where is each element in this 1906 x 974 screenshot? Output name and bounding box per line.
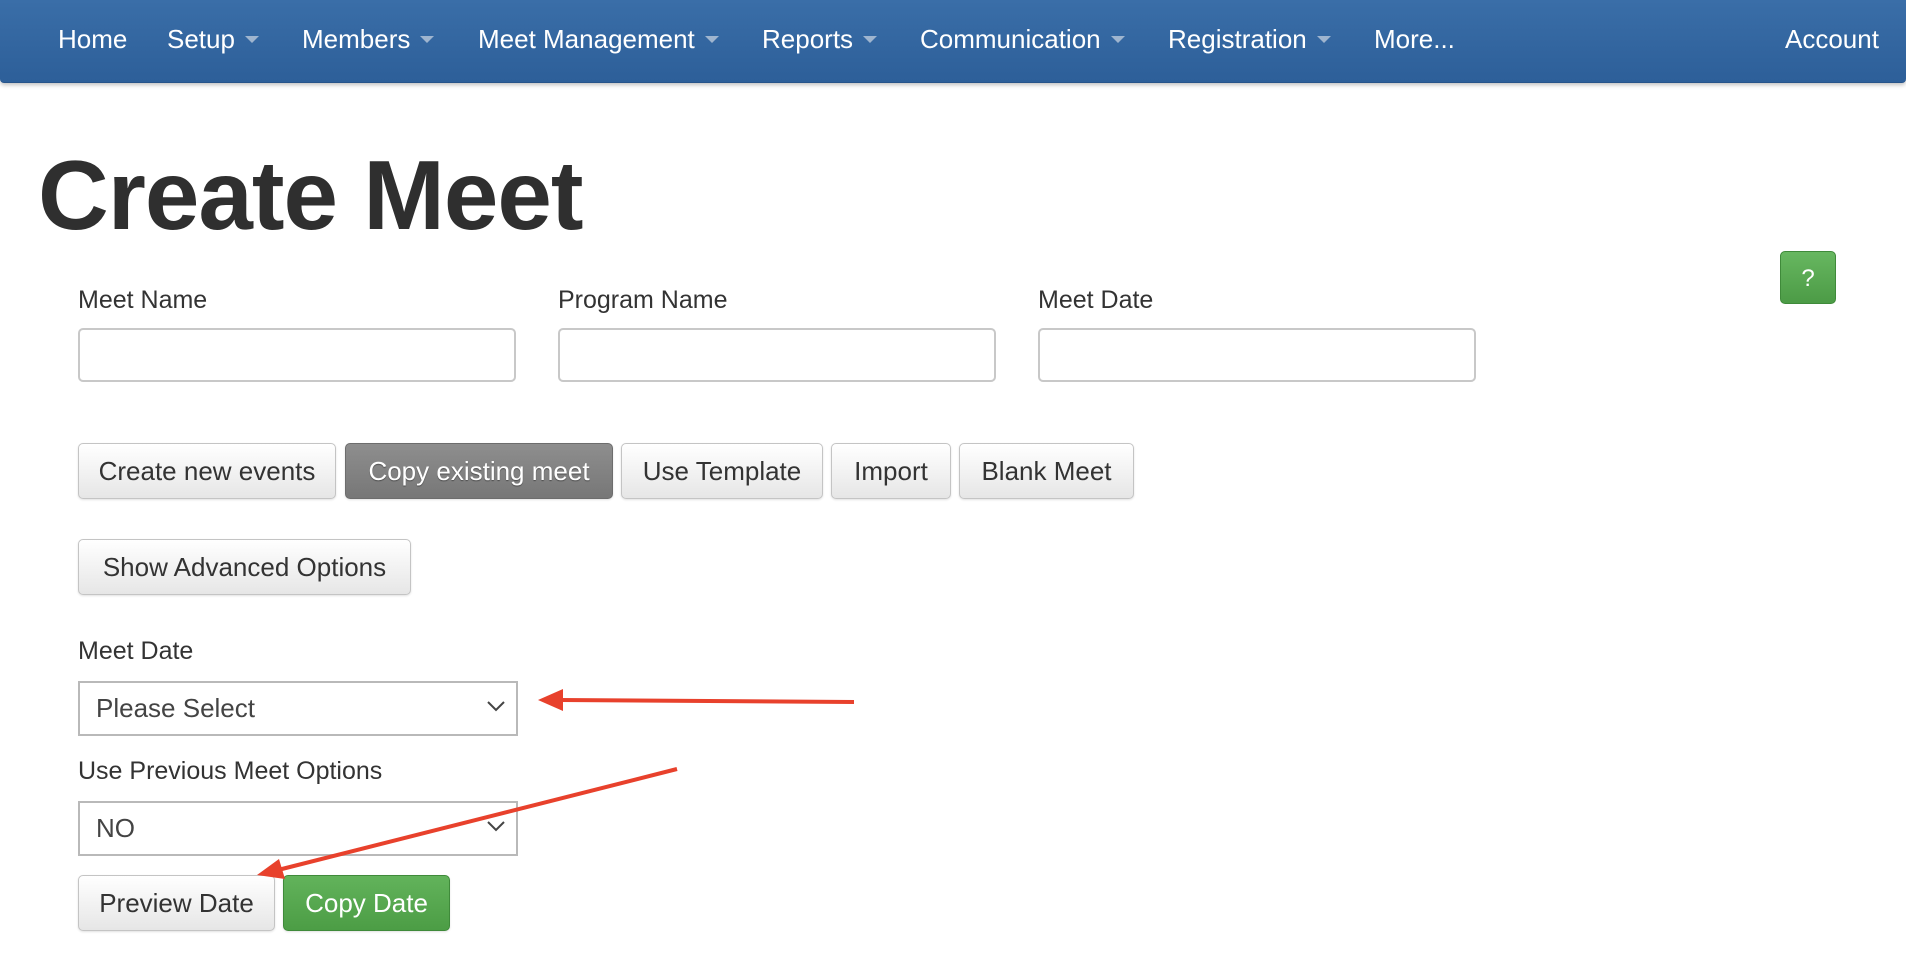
caret-down-icon: [863, 35, 878, 43]
use-template-button[interactable]: Use Template: [621, 443, 823, 499]
nav-item-communication[interactable]: Communication: [920, 0, 1125, 78]
meet-date-select-value: Please Select: [96, 693, 255, 723]
previous-options-label: Use Previous Meet Options: [78, 757, 383, 785]
create-new-events-button[interactable]: Create new events: [78, 443, 336, 499]
previous-options-select[interactable]: NO: [78, 801, 518, 856]
nav-item-members[interactable]: Members: [302, 0, 435, 78]
caret-down-icon: [244, 35, 259, 43]
caret-down-icon: [1110, 35, 1125, 43]
chevron-down-icon: [487, 701, 505, 712]
nav-item-label: Setup: [167, 24, 235, 54]
program-name-input[interactable]: [558, 328, 996, 382]
show-advanced-options-button[interactable]: Show Advanced Options: [78, 539, 411, 595]
arrow-to-meet-date-select: [538, 689, 855, 711]
nav-item-label: Meet Management: [478, 24, 695, 54]
meet-date-label: Meet Date: [1038, 286, 1154, 314]
nav-item-label: Communication: [920, 24, 1101, 54]
previous-options-select-value: NO: [96, 813, 135, 843]
caret-down-icon: [704, 35, 719, 43]
nav-item-label: Members: [302, 24, 411, 54]
help-button[interactable]: ?: [1780, 251, 1836, 304]
meet-date-select[interactable]: Please Select: [78, 681, 518, 736]
copy-date-button[interactable]: Copy Date: [283, 875, 450, 931]
top-navbar: Home Setup Members Meet Management Repor…: [0, 0, 1906, 83]
copy-existing-meet-button[interactable]: Copy existing meet: [345, 443, 613, 499]
import-button[interactable]: Import: [831, 443, 951, 499]
nav-item-label: Home: [58, 24, 128, 54]
nav-item-label: More...: [1374, 24, 1455, 54]
copy-meet-date-label: Meet Date: [78, 637, 194, 665]
chevron-down-icon: [487, 821, 505, 832]
nav-item-meet-management[interactable]: Meet Management: [478, 0, 719, 78]
nav-item-registration[interactable]: Registration: [1168, 0, 1331, 78]
meet-name-label: Meet Name: [78, 286, 208, 314]
nav-item-reports[interactable]: Reports: [762, 0, 878, 78]
nav-item-setup[interactable]: Setup: [167, 0, 259, 78]
nav-item-account[interactable]: Account: [1785, 0, 1879, 78]
meet-name-input[interactable]: [78, 328, 516, 382]
nav-item-more[interactable]: More...: [1374, 0, 1455, 78]
nav-item-label: Reports: [762, 24, 854, 54]
nav-item-label: Registration: [1168, 24, 1307, 54]
blank-meet-button[interactable]: Blank Meet: [959, 443, 1134, 499]
program-name-label: Program Name: [558, 286, 728, 314]
nav-item-home[interactable]: Home: [58, 0, 127, 78]
preview-date-button[interactable]: Preview Date: [78, 875, 275, 931]
meet-date-input[interactable]: [1038, 328, 1476, 382]
page-title: Create Meet: [38, 140, 584, 250]
caret-down-icon: [420, 35, 435, 43]
caret-down-icon: [1316, 35, 1331, 43]
nav-item-label: Account: [1785, 24, 1879, 54]
